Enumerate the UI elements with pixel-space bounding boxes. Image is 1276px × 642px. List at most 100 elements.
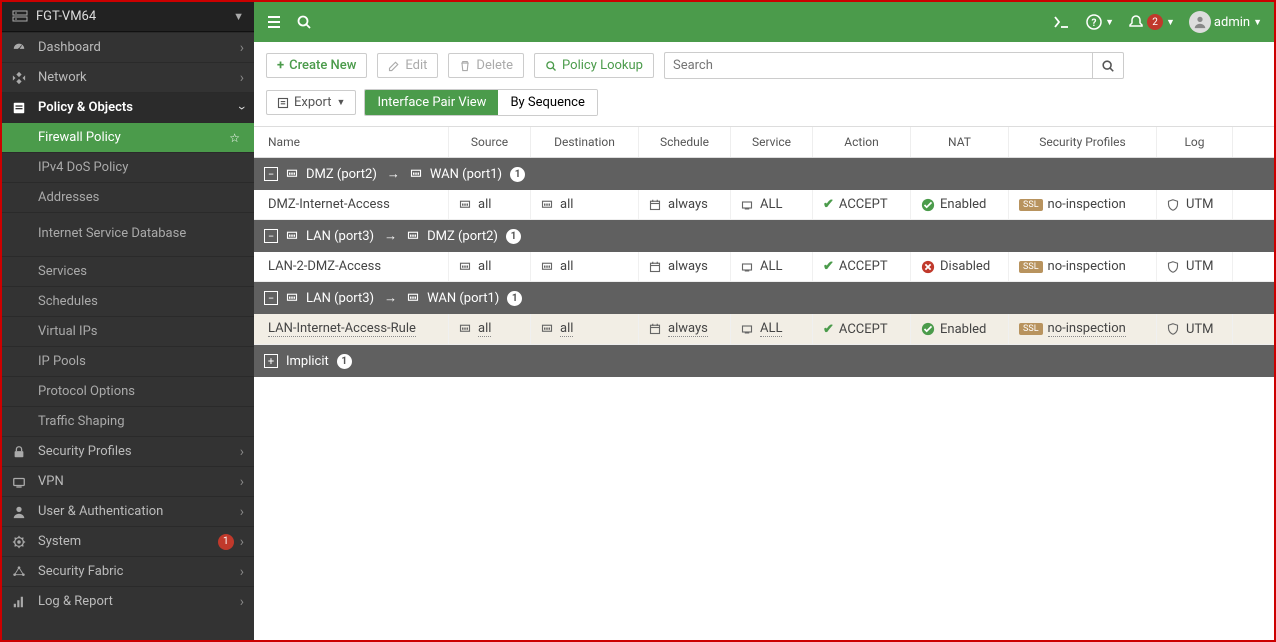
nav-log-report[interactable]: Log & Report › [2, 586, 254, 616]
collapse-icon[interactable]: − [264, 229, 278, 243]
subnav-virtual-ips[interactable]: Virtual IPs [2, 316, 254, 346]
policy-group[interactable]: − LAN (port3) → WAN (port1) 1 [254, 282, 1274, 314]
subnav-ip-pools[interactable]: IP Pools [2, 346, 254, 376]
policy-row[interactable]: DMZ-Internet-Access all all always ALL ✔… [254, 190, 1274, 220]
shield-icon [1167, 199, 1181, 211]
policy-group[interactable]: − DMZ (port2) → WAN (port1) 1 [254, 158, 1274, 190]
subnav-ipv4-dos[interactable]: IPv4 DoS Policy [2, 152, 254, 182]
chevron-right-icon: › [240, 70, 244, 86]
user-menu[interactable]: admin ▼ [1189, 11, 1262, 33]
cli-icon[interactable] [1054, 15, 1072, 29]
group-count: 1 [510, 167, 525, 182]
port-icon [286, 230, 298, 242]
col-log[interactable]: Log [1157, 127, 1233, 157]
nav-security-profiles[interactable]: Security Profiles › [2, 436, 254, 466]
address-icon [541, 323, 555, 335]
nav-log-report-label: Log & Report [38, 594, 240, 609]
policy-grid: Name Source Destination Schedule Service… [254, 126, 1274, 640]
nav-system[interactable]: System 1 › [2, 526, 254, 556]
subnav-traffic-shaping[interactable]: Traffic Shaping [2, 406, 254, 436]
implicit-group[interactable]: + Implicit 1 [254, 345, 1274, 377]
chevron-right-icon: › [240, 504, 244, 520]
export-button[interactable]: Export ▼ [266, 90, 356, 115]
col-schedule[interactable]: Schedule [639, 127, 731, 157]
chevron-right-icon: › [240, 40, 244, 56]
cell-log: UTM [1157, 252, 1233, 281]
subnav-services[interactable]: Services [2, 256, 254, 286]
policy-row[interactable]: LAN-2-DMZ-Access all all always ALL ✔ACC… [254, 252, 1274, 282]
collapse-icon[interactable]: − [264, 291, 278, 305]
col-name[interactable]: Name [254, 127, 449, 157]
subnav-addresses[interactable]: Addresses [2, 182, 254, 212]
collapse-icon[interactable]: − [264, 167, 278, 181]
calendar-icon [649, 199, 663, 211]
search-input[interactable] [664, 52, 1092, 79]
sidebar: FGT-VM64 ▼ Dashboard › Network › Policy … [2, 2, 254, 640]
cell-nat: Enabled [911, 190, 1009, 219]
subnav-firewall-policy[interactable]: Firewall Policy ☆ [2, 122, 254, 152]
col-action[interactable]: Action [813, 127, 911, 157]
policy-submenu: Firewall Policy ☆ IPv4 DoS Policy Addres… [2, 122, 254, 436]
edit-button[interactable]: Edit [377, 53, 438, 78]
cell-log: UTM [1157, 190, 1233, 219]
chart-icon [12, 595, 30, 609]
nav-policy-objects[interactable]: Policy & Objects › [2, 92, 254, 122]
port-icon [286, 292, 298, 304]
cell-name: DMZ-Internet-Access [254, 190, 449, 219]
shield-icon [1167, 261, 1181, 273]
cell-security: SSLno-inspection [1009, 252, 1157, 281]
service-icon [741, 261, 755, 273]
tab-interface-pair[interactable]: Interface Pair View [365, 90, 498, 115]
chevron-down-icon: ▼ [337, 97, 346, 108]
col-nat[interactable]: NAT [911, 127, 1009, 157]
nav-vpn[interactable]: VPN › [2, 466, 254, 496]
vpn-icon [12, 475, 30, 489]
implicit-label: Implicit [286, 354, 329, 369]
col-service[interactable]: Service [731, 127, 813, 157]
enabled-icon [921, 198, 935, 212]
cell-source: all [449, 252, 531, 281]
disabled-icon [921, 260, 935, 274]
check-icon: ✔ [823, 259, 834, 274]
create-new-button[interactable]: + Create New [266, 53, 367, 78]
col-security[interactable]: Security Profiles [1009, 127, 1157, 157]
cell-nat: Disabled [911, 252, 1009, 281]
col-source[interactable]: Source [449, 127, 531, 157]
pencil-icon [388, 60, 400, 72]
menu-icon[interactable] [266, 14, 282, 30]
cell-name: LAN-Internet-Access-Rule [254, 314, 449, 344]
check-icon: ✔ [823, 197, 834, 212]
policy-row[interactable]: LAN-Internet-Access-Rule all all always … [254, 314, 1274, 345]
nav-system-label: System [38, 534, 218, 549]
star-icon[interactable]: ☆ [229, 131, 240, 145]
chevron-right-icon: › [240, 594, 244, 610]
delete-button[interactable]: Delete [448, 53, 524, 78]
subnav-protocol-options[interactable]: Protocol Options [2, 376, 254, 406]
expand-icon[interactable]: + [264, 354, 278, 368]
nav-network[interactable]: Network › [2, 62, 254, 92]
nav-dashboard[interactable]: Dashboard › [2, 32, 254, 62]
policy-group[interactable]: − LAN (port3) → DMZ (port2) 1 [254, 220, 1274, 252]
search-icon[interactable] [296, 14, 312, 30]
search-button[interactable] [1092, 52, 1124, 79]
col-destination[interactable]: Destination [531, 127, 639, 157]
nav-security-fabric[interactable]: Security Fabric › [2, 556, 254, 586]
notifications-icon[interactable]: 2 ▼ [1128, 14, 1175, 30]
help-icon[interactable]: ? ▼ [1086, 14, 1114, 30]
trash-icon [459, 60, 471, 72]
cell-security: SSLno-inspection [1009, 314, 1157, 344]
group-to: WAN (port1) [427, 291, 499, 306]
toolbar: + Create New Edit Delete Policy Lookup [254, 42, 1274, 89]
subnav-schedules[interactable]: Schedules [2, 286, 254, 316]
cell-nat: Enabled [911, 314, 1009, 344]
subnav-isdb[interactable]: Internet Service Database [2, 212, 254, 256]
nav-user-auth[interactable]: User & Authentication › [2, 496, 254, 526]
service-icon [741, 199, 755, 211]
shield-icon [1167, 323, 1181, 335]
cell-schedule: always [639, 190, 731, 219]
device-selector[interactable]: FGT-VM64 ▼ [2, 2, 254, 32]
main-content: ? ▼ 2 ▼ admin ▼ + [254, 2, 1274, 640]
policy-lookup-button[interactable]: Policy Lookup [534, 53, 654, 78]
tab-by-sequence[interactable]: By Sequence [498, 90, 596, 115]
view-tabs: Interface Pair View By Sequence [364, 89, 597, 116]
